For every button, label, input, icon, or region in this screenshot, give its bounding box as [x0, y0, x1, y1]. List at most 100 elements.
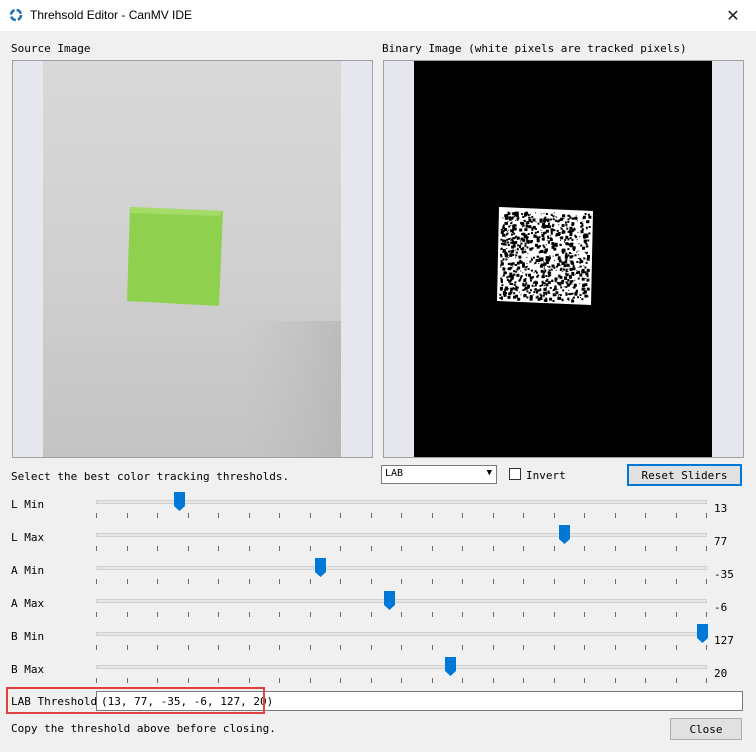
slider-tick: [157, 612, 158, 617]
slider-tick: [584, 645, 585, 650]
slider-tick: [523, 513, 524, 518]
slider-tick: [157, 546, 158, 551]
slider-tick: [310, 645, 311, 650]
slider-tick: [493, 546, 494, 551]
invert-label: Invert: [526, 469, 566, 482]
annotation-highlight-box: [6, 687, 265, 714]
slider-handle[interactable]: [559, 525, 570, 544]
slider-tick: [554, 645, 555, 650]
slider-tick: [523, 612, 524, 617]
slider-tick: [218, 645, 219, 650]
slider-tick: [706, 579, 707, 584]
slider-handle[interactable]: [445, 657, 456, 676]
slider-tick: [615, 678, 616, 683]
slider-tick: [340, 513, 341, 518]
slider-tick: [645, 546, 646, 551]
slider-tick: [249, 678, 250, 683]
slider-tick: [340, 645, 341, 650]
slider-tick: [432, 645, 433, 650]
slider-handle[interactable]: [697, 624, 708, 643]
close-icon[interactable]: ✕: [710, 0, 756, 31]
slider-handle[interactable]: [174, 492, 185, 511]
slider-tick: [279, 579, 280, 584]
slider-tick: [249, 612, 250, 617]
slider-label: L Min: [11, 498, 45, 511]
slider-tick: [188, 513, 189, 518]
slider-tick: [96, 513, 97, 518]
reset-sliders-button[interactable]: Reset Sliders: [627, 464, 742, 486]
title-bar: Threhsold Editor - CanMV IDE ✕: [0, 0, 756, 31]
slider-tick: [127, 513, 128, 518]
slider-tick: [462, 645, 463, 650]
slider-b-min[interactable]: [96, 632, 707, 636]
slider-b-max[interactable]: [96, 665, 707, 669]
slider-tick: [554, 678, 555, 683]
slider-tick: [706, 513, 707, 518]
slider-tick: [493, 513, 494, 518]
slider-tick: [249, 513, 250, 518]
slider-tick: [249, 645, 250, 650]
slider-tick: [493, 612, 494, 617]
binary-image: [414, 61, 712, 457]
slider-tick: [218, 546, 219, 551]
slider-tick: [493, 645, 494, 650]
close-button-label: Close: [689, 722, 723, 736]
footer-note: Copy the threshold above before closing.: [11, 722, 276, 735]
slider-tick: [523, 645, 524, 650]
slider-tick: [371, 645, 372, 650]
slider-a-max[interactable]: [96, 599, 707, 603]
colorspace-value: LAB: [385, 468, 404, 479]
slider-tick: [554, 513, 555, 518]
slider-tick: [157, 645, 158, 650]
slider-tick: [127, 612, 128, 617]
slider-tick: [127, 546, 128, 551]
slider-tick: [127, 678, 128, 683]
slider-tick: [188, 645, 189, 650]
slider-tick: [96, 546, 97, 551]
slider-tick: [96, 612, 97, 617]
slider-tick: [279, 546, 280, 551]
slider-tick: [432, 612, 433, 617]
slider-tick: [157, 579, 158, 584]
slider-tick: [401, 612, 402, 617]
invert-checkbox[interactable]: [509, 468, 521, 480]
slider-tick: [706, 546, 707, 551]
slider-tick: [584, 513, 585, 518]
source-image-pane: [12, 60, 373, 458]
slider-tick: [645, 645, 646, 650]
slider-tick: [310, 546, 311, 551]
source-image-label: Source Image: [11, 42, 91, 55]
slider-tick: [462, 612, 463, 617]
instructions-text: Select the best color tracking threshold…: [11, 470, 290, 483]
slider-tick: [401, 546, 402, 551]
slider-ticks: [96, 678, 707, 684]
slider-tick: [218, 513, 219, 518]
slider-tick: [340, 546, 341, 551]
slider-tick: [462, 678, 463, 683]
slider-tick: [493, 678, 494, 683]
slider-value: 20: [714, 667, 728, 680]
slider-tick: [157, 513, 158, 518]
slider-tick: [310, 612, 311, 617]
slider-tick: [645, 678, 646, 683]
slider-l-max[interactable]: [96, 533, 707, 537]
slider-l-min[interactable]: [96, 500, 707, 504]
slider-label: B Max: [11, 663, 45, 676]
slider-ticks: [96, 579, 707, 585]
window-title: Threhsold Editor - CanMV IDE: [30, 8, 193, 22]
slider-tick: [615, 612, 616, 617]
close-button[interactable]: Close: [670, 718, 742, 740]
slider-handle[interactable]: [384, 591, 395, 610]
reset-sliders-label: Reset Sliders: [641, 468, 728, 482]
slider-tick: [188, 546, 189, 551]
slider-a-min[interactable]: [96, 566, 707, 570]
slider-tick: [401, 678, 402, 683]
slider-tick: [371, 579, 372, 584]
slider-handle[interactable]: [315, 558, 326, 577]
colorspace-select[interactable]: LAB ▼: [381, 465, 497, 484]
slider-tick: [676, 612, 677, 617]
slider-tick: [401, 579, 402, 584]
slider-tick: [676, 645, 677, 650]
slider-ticks: [96, 612, 707, 618]
slider-tick: [462, 579, 463, 584]
